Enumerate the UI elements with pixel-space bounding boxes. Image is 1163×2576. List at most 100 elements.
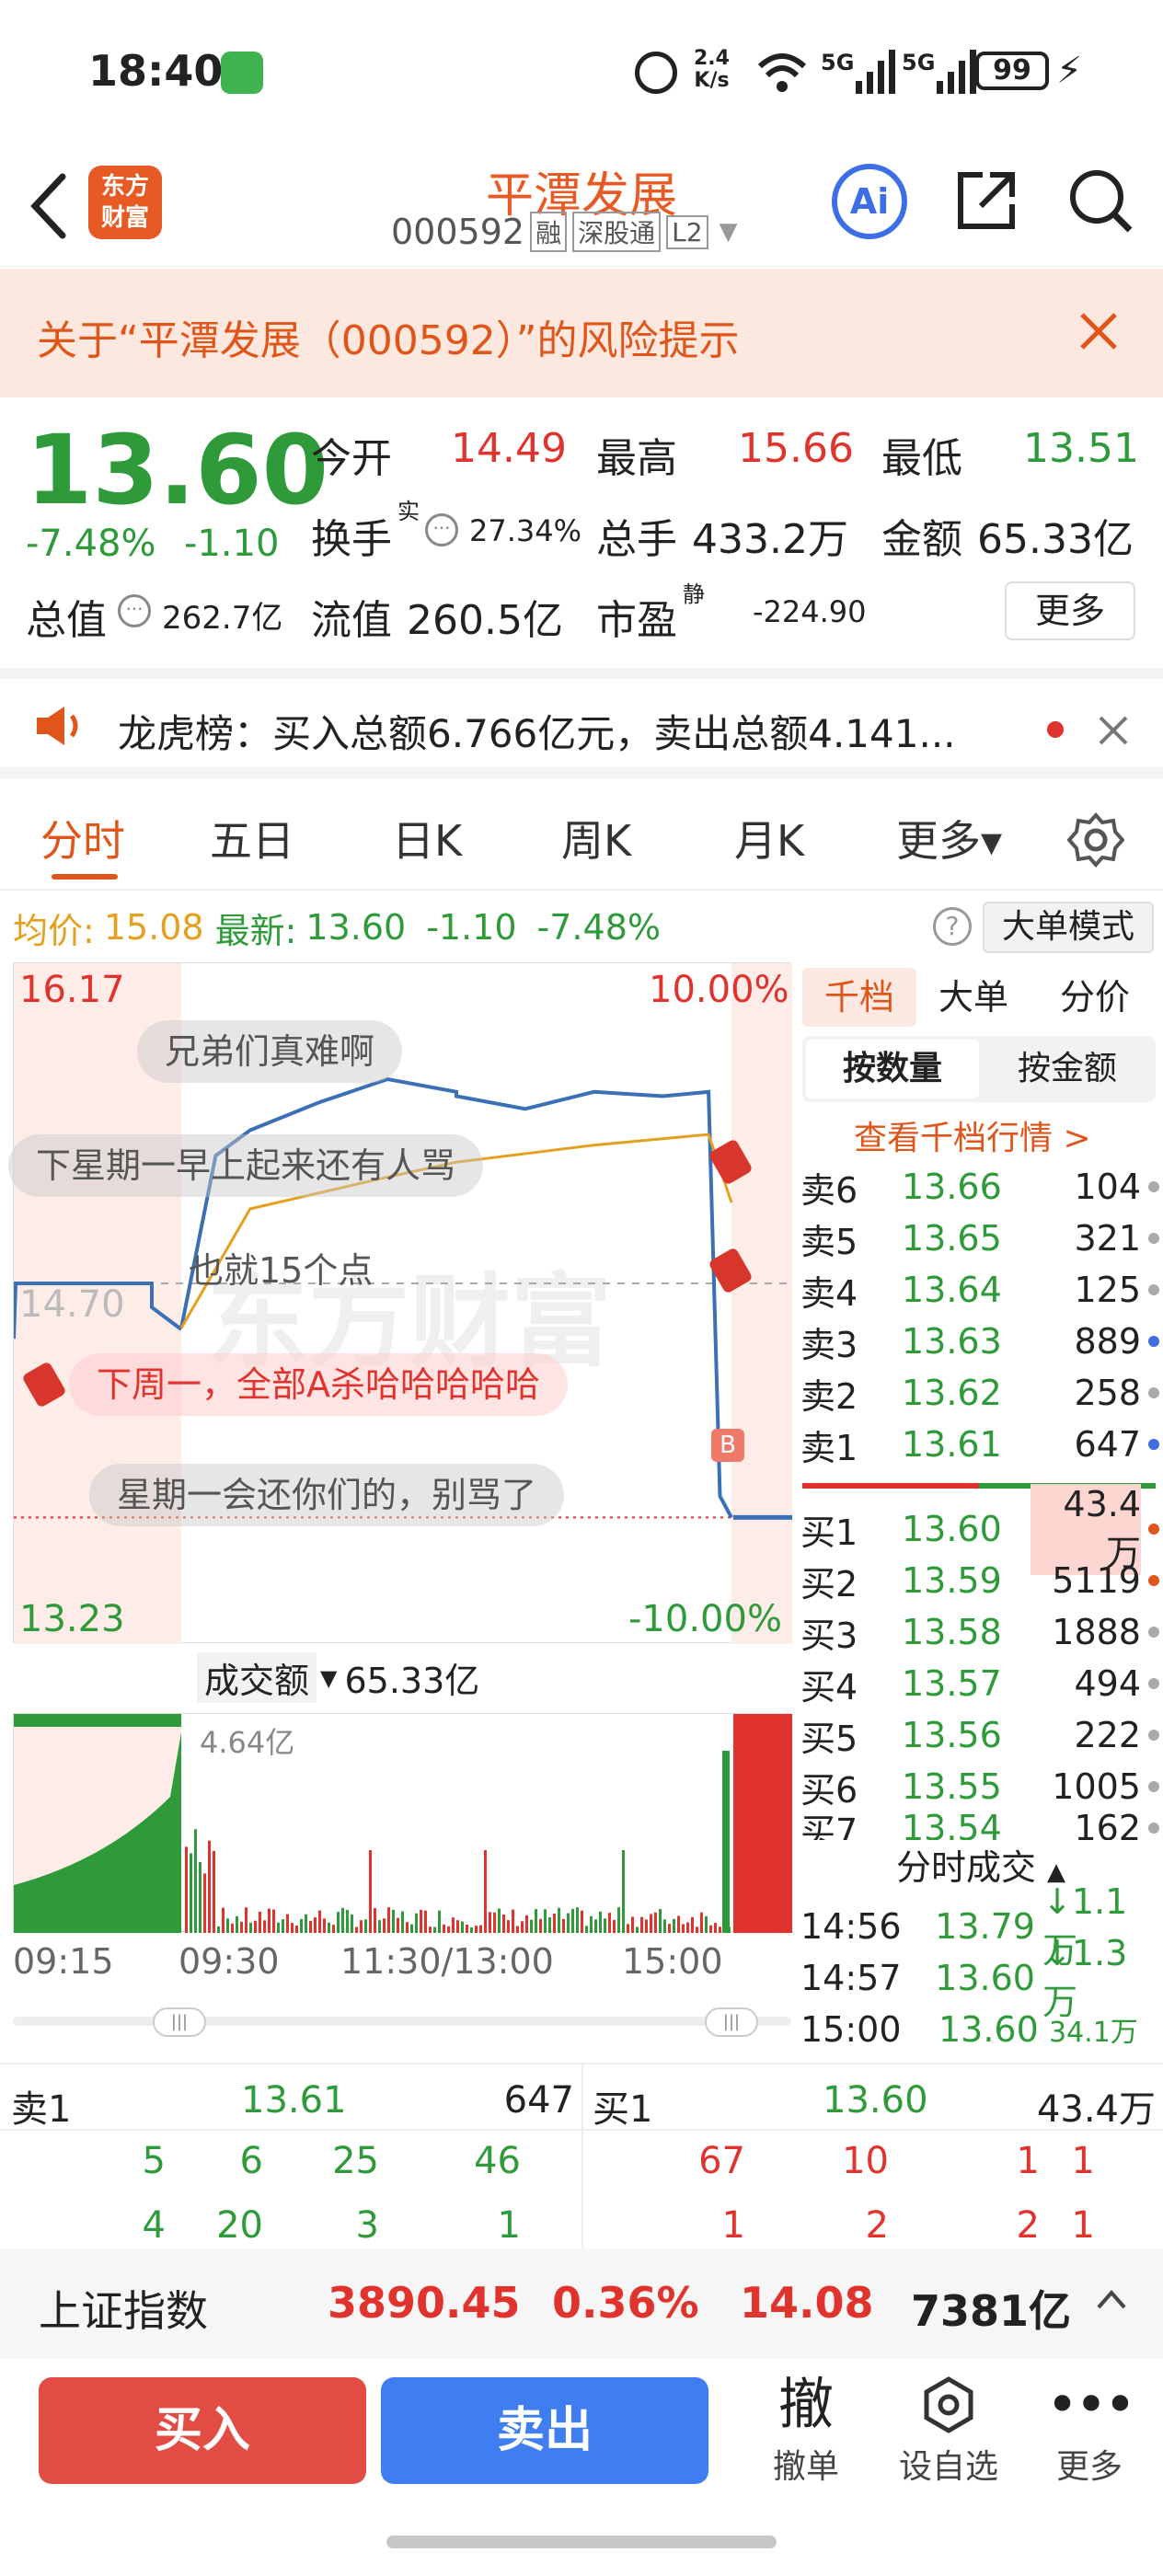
ask-row[interactable]: 卖4 13.64 125 — [800, 1264, 1159, 1316]
tab-daily-k[interactable]: 日K — [392, 808, 462, 868]
notice-bar[interactable]: 龙虎榜：买入总额6.766亿元，卖出总额4.141... — [0, 668, 1163, 778]
volume-bar — [466, 1924, 468, 1933]
tab-five-day[interactable]: 五日 — [210, 808, 294, 868]
ask-row[interactable]: 卖1 13.61 647 — [800, 1419, 1159, 1470]
ask-volume: 104 — [1074, 1167, 1141, 1207]
time-range-slider[interactable]: ||| ||| — [13, 2007, 791, 2037]
more-actions-button[interactable]: ••• 更多 — [1043, 2370, 1136, 2499]
volume-bar — [314, 1917, 317, 1933]
mktcap-info-icon[interactable]: ··· — [118, 594, 151, 627]
bid-row[interactable]: 买2 13.59 5119 — [800, 1555, 1159, 1606]
volume-bar — [323, 1918, 326, 1933]
volume-bar — [502, 1914, 505, 1933]
chevron-up-icon[interactable] — [1095, 2285, 1128, 2313]
volume-bar — [213, 1850, 215, 1933]
ask-label: 卖3 — [800, 1324, 858, 1365]
volume-bar — [525, 1915, 528, 1933]
tab-price-split[interactable]: 分价 — [1060, 968, 1130, 1027]
more-quote-button[interactable]: 更多 — [1005, 581, 1135, 640]
ask-dot — [1148, 1181, 1159, 1192]
ask-price: 13.65 — [902, 1218, 1002, 1259]
bid-row[interactable]: 买3 13.58 1888 — [800, 1606, 1159, 1658]
volume-bar — [447, 1926, 450, 1933]
volume-bar — [295, 1926, 298, 1933]
notice-close-icon[interactable] — [1095, 712, 1132, 749]
slider-handle-right[interactable]: ||| — [705, 2007, 758, 2037]
add-watchlist-button[interactable]: 设自选 — [889, 2370, 1008, 2499]
volume-bar — [387, 1907, 390, 1933]
tab-qiandang[interactable]: 千档 — [802, 968, 916, 1027]
volume-bar — [650, 1914, 652, 1933]
price-chart[interactable]: 东方财富 16.17 10.00% 14.70 13.23 -10.00% B … — [8, 962, 792, 1644]
tab-weekly-k[interactable]: 周K — [561, 808, 631, 868]
ask-row[interactable]: 卖5 13.65 321 — [800, 1213, 1159, 1264]
volume-bar — [714, 1923, 717, 1933]
volume-bar — [309, 1920, 312, 1933]
bid-row[interactable]: 买6 13.55 1005 — [800, 1761, 1159, 1812]
big-order-mode-button[interactable]: 大单模式 — [983, 902, 1154, 953]
volume-bar — [263, 1920, 266, 1933]
bid-dot — [1148, 1524, 1159, 1535]
close-icon[interactable] — [1075, 307, 1123, 355]
volume-bar — [479, 1925, 482, 1933]
buy-button[interactable]: 买入 — [39, 2377, 366, 2484]
buy-point-marker[interactable]: B — [711, 1429, 744, 1462]
latest-pct: -7.48% — [536, 907, 661, 948]
view-depth-link[interactable]: 查看千档行情 > — [854, 1111, 1091, 1159]
volume-bar — [608, 1913, 611, 1933]
volume-bar — [673, 1918, 675, 1933]
volume-bar — [548, 1917, 551, 1933]
dropdown-icon[interactable]: ▼ — [720, 218, 738, 246]
tab-more[interactable]: 更多▾ — [896, 808, 1002, 868]
latest-value: 13.60 — [305, 907, 407, 948]
ask-row[interactable]: 卖3 13.63 889 — [800, 1316, 1159, 1367]
volume-bar — [194, 1829, 197, 1933]
volume-bar — [383, 1918, 386, 1933]
slider-handle-left[interactable]: ||| — [153, 2007, 206, 2037]
bid-row[interactable]: 买7 13.54 162 — [800, 1812, 1159, 1844]
cancel-order-button[interactable]: 撤 撤单 — [760, 2370, 852, 2499]
tab-monthly-k[interactable]: 月K — [734, 808, 804, 868]
latest-label: 最新: — [214, 910, 297, 951]
by-quantity-button[interactable]: 按数量 — [806, 1040, 979, 1098]
quote-block: 13.60 -7.48% -1.10 今开 14.49 最高 15.66 最低 … — [0, 397, 1163, 664]
volume-bar — [245, 1907, 248, 1933]
index-bar[interactable]: 上证指数 3890.45 0.36% 14.08 7381亿 — [0, 2248, 1163, 2359]
risk-banner[interactable]: 关于“平潭发展（000592）”的风险提示 — [0, 269, 1163, 397]
volume-bar — [654, 1912, 657, 1933]
volume-bar — [645, 1919, 648, 1933]
signal-bars-2 — [937, 50, 977, 94]
volume-bar — [332, 1925, 335, 1933]
bid-dot — [1148, 1781, 1159, 1792]
hexagon-icon — [889, 2370, 1008, 2440]
header: 东方 财富 平潭发展 000592 融 深股通 L2 ▼ Ai — [0, 147, 1163, 267]
volume-bar — [318, 1910, 321, 1933]
share-icon[interactable] — [951, 166, 1021, 236]
ask-row[interactable]: 卖6 13.66 104 — [800, 1161, 1159, 1213]
latest-chg: -1.10 — [426, 907, 517, 948]
ask-volume: 647 — [1074, 1424, 1141, 1465]
volume-header[interactable]: 成交额 ▼ 65.33亿 — [197, 1652, 479, 1703]
queue-sell-qty: 3 — [355, 2204, 379, 2247]
ai-button[interactable]: Ai — [832, 164, 907, 239]
chart-pct-bottom: -10.00% — [628, 1598, 782, 1640]
volume-bar — [544, 1909, 547, 1933]
turnover-info-icon[interactable]: ··· — [425, 513, 458, 546]
ask-row[interactable]: 卖2 13.62 258 — [800, 1367, 1159, 1419]
volume-bar — [535, 1909, 537, 1933]
volume-total: 65.33亿 — [344, 1661, 480, 1701]
tab-intraday[interactable]: 分时 — [40, 808, 125, 868]
sell-button[interactable]: 卖出 — [381, 2377, 708, 2484]
ask-label: 卖5 — [800, 1221, 858, 1262]
help-icon[interactable]: ? — [933, 907, 972, 946]
search-icon[interactable] — [1064, 164, 1137, 237]
bid-row[interactable]: 买5 13.56 222 — [800, 1709, 1159, 1761]
tab-big-order[interactable]: 大单 — [938, 968, 1008, 1027]
settings-icon[interactable] — [1067, 811, 1124, 868]
by-amount-button[interactable]: 按金额 — [983, 1040, 1152, 1098]
bid-row[interactable]: 买1 13.60 43.4万 — [800, 1483, 1159, 1575]
bid-row[interactable]: 买4 13.57 494 — [800, 1658, 1159, 1709]
queue-buy-qty: 1 — [1071, 2204, 1095, 2247]
bid-price: 13.60 — [902, 1509, 1002, 1549]
ask-label: 卖6 — [800, 1169, 858, 1211]
